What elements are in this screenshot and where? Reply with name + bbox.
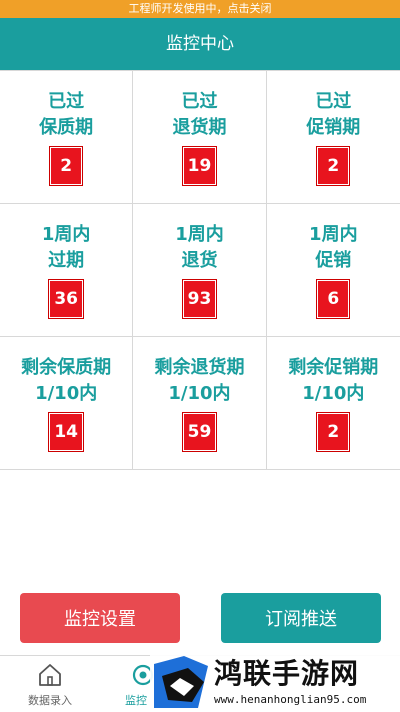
cell-label-line2: 促销 [315,250,352,271]
monitor-cell-expired-return[interactable]: 已过 退货期 19 [133,71,267,204]
monitor-cell-week-expiry[interactable]: 1周内 过期 36 [0,204,134,337]
cell-label-line1: 已过 [315,91,352,112]
monitor-cell-remaining-shelf-life[interactable]: 剩余保质期 1/10内 14 [0,337,134,470]
watermark-url: www.henanhonglian95.com [214,693,367,706]
cell-label-line1: 剩余促销期 [288,357,379,378]
cell-label-line2: 1/10内 [302,383,365,404]
cell-label-line1: 已过 [48,91,85,112]
count-badge: 14 [49,413,83,451]
cell-label-line2: 促销期 [306,117,361,138]
dev-mode-banner[interactable]: 工程师开发使用中，点击关闭 [0,0,400,18]
cell-label-line1: 1周内 [41,224,91,245]
count-badge: 93 [182,280,217,318]
cell-label-line1: 已过 [181,91,218,112]
count-badge: 6 [317,280,350,318]
cell-label-line2: 1/10内 [168,383,231,404]
monitor-grid: 已过 保质期 2 已过 退货期 19 已过 促销期 2 1周内 过期 36 1周… [0,70,400,470]
count-badge: 36 [49,280,83,318]
cell-label-line2: 保质期 [39,117,94,138]
cell-label-line2: 退货 [181,250,218,271]
cell-label-line1: 1周内 [309,224,358,245]
count-badge: 2 [317,147,350,185]
monitor-settings-button[interactable]: 监控设置 [20,593,180,643]
count-badge: 2 [50,147,83,185]
watermark-text: 鸿联手游网 [214,657,360,690]
home-icon [39,664,61,686]
monitor-cell-remaining-return[interactable]: 剩余退货期 1/10内 59 [133,337,267,470]
site-watermark: 鸿联手游网 www.henanhonglian95.com [150,652,400,711]
subscribe-push-button[interactable]: 订阅推送 [221,593,381,643]
monitor-cell-week-return[interactable]: 1周内 退货 93 [133,204,267,337]
count-badge: 59 [182,413,217,451]
cell-label-line1: 1周内 [175,224,224,245]
page-title: 监控中心 [0,18,400,70]
tab-data-entry[interactable]: 数据录入 [10,656,90,712]
count-badge: 19 [182,147,217,185]
cell-label-line2: 过期 [48,250,85,271]
count-badge: 2 [317,413,350,451]
monitor-cell-expired-shelf-life[interactable]: 已过 保质期 2 [0,71,134,204]
monitor-cell-expired-promotion[interactable]: 已过 促销期 2 [266,71,400,204]
cell-label-line1: 剩余退货期 [154,357,245,378]
watermark-logo-icon [154,656,208,708]
monitor-cell-week-promotion[interactable]: 1周内 促销 6 [266,204,400,337]
cell-label-line2: 1/10内 [35,383,98,404]
cell-label-line1: 剩余保质期 [21,357,112,378]
monitor-cell-remaining-promotion[interactable]: 剩余促销期 1/10内 2 [266,337,400,470]
cell-label-line2: 退货期 [172,117,227,138]
tab-label: 数据录入 [28,694,72,707]
